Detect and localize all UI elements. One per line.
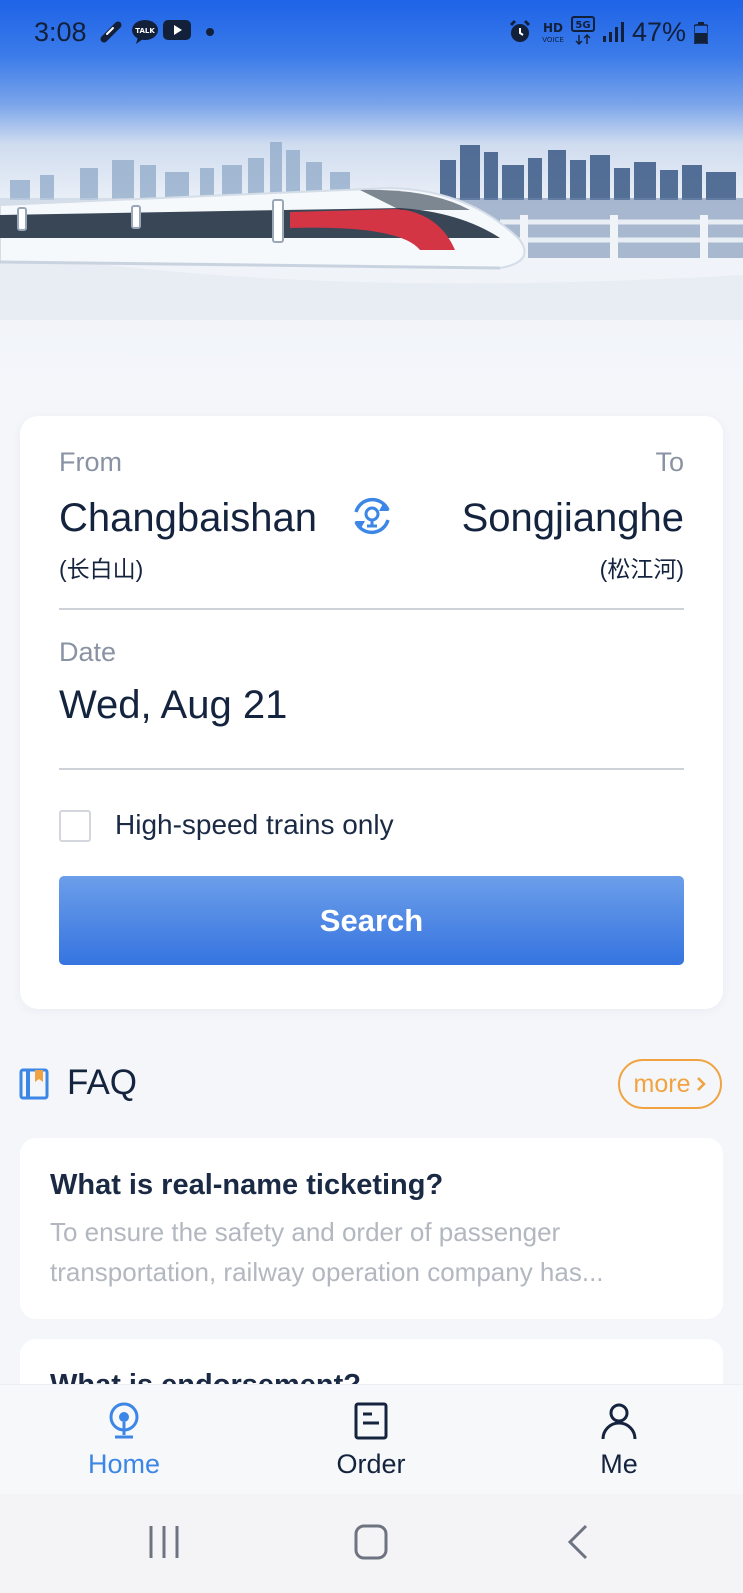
hd-voice-icon: HD VOICE	[540, 20, 566, 46]
youtube-icon	[163, 19, 191, 41]
faq-item[interactable]: What is real-name ticketing? To ensure t…	[20, 1138, 723, 1319]
back-icon[interactable]	[567, 1524, 589, 1565]
more-label: more	[633, 1069, 691, 1098]
voice-badge-text: VOICE	[542, 36, 564, 44]
status-bar: 3:08 TALK HD VOICE 5G 47%	[0, 0, 743, 64]
from-station[interactable]: Changbaishan	[59, 496, 317, 541]
date-value[interactable]: Wed, Aug 21	[59, 683, 287, 728]
faq-book-icon	[19, 1068, 49, 1105]
from-label: From	[59, 447, 122, 477]
alarm-icon	[508, 19, 532, 45]
battery-percent: 47%	[632, 17, 687, 47]
faq-answer-line: To ensure the safety and order of passen…	[50, 1217, 561, 1247]
swap-stations-button[interactable]	[348, 492, 396, 540]
swap-icon	[354, 497, 390, 535]
order-icon	[354, 1402, 388, 1440]
to-station-cn[interactable]: (松江河)	[600, 550, 684, 584]
nav-me[interactable]: Me	[539, 1385, 699, 1495]
hd-badge-text: HD	[543, 21, 563, 35]
link-icon	[98, 19, 124, 45]
faq-answer-line: transportation, railway operation compan…	[50, 1257, 604, 1287]
user-icon	[601, 1403, 637, 1440]
nav-label: Home	[87, 1449, 161, 1479]
status-time: 3:08	[34, 17, 87, 47]
date-label: Date	[59, 637, 117, 667]
search-button[interactable]: Search	[59, 876, 684, 965]
talk-icon: TALK	[131, 19, 159, 45]
dot-icon	[206, 28, 214, 36]
to-label: To	[655, 447, 684, 477]
battery-icon	[694, 22, 708, 44]
5g-icon: 5G	[571, 16, 595, 46]
highspeed-label[interactable]: High-speed trains only	[115, 809, 394, 841]
divider	[59, 768, 684, 770]
booking-card: From To Changbaishan (长白山) Songjianghe (…	[20, 416, 723, 1009]
nav-label: Me	[600, 1449, 638, 1479]
nav-home[interactable]: Home	[44, 1385, 204, 1495]
chevron-right-icon	[696, 1070, 707, 1099]
highspeed-checkbox[interactable]	[59, 810, 91, 842]
faq-more-button[interactable]: more	[618, 1059, 722, 1109]
to-station[interactable]: Songjianghe	[462, 496, 684, 541]
bottom-nav: Home Order Me	[0, 1384, 743, 1494]
recent-apps-icon[interactable]	[148, 1524, 180, 1565]
nav-label: Order	[336, 1449, 406, 1479]
faq-title: FAQ	[67, 1063, 138, 1102]
talk-badge-text: TALK	[135, 27, 155, 35]
train-icon	[109, 1402, 139, 1439]
5g-badge-text: 5G	[575, 20, 590, 31]
system-nav-bar	[0, 1494, 743, 1593]
home-icon[interactable]	[354, 1524, 388, 1565]
divider	[59, 608, 684, 610]
signal-icon	[602, 19, 626, 43]
faq-question: What is real-name ticketing?	[50, 1169, 444, 1201]
nav-order[interactable]: Order	[291, 1385, 451, 1495]
from-station-cn[interactable]: (长白山)	[59, 550, 143, 584]
